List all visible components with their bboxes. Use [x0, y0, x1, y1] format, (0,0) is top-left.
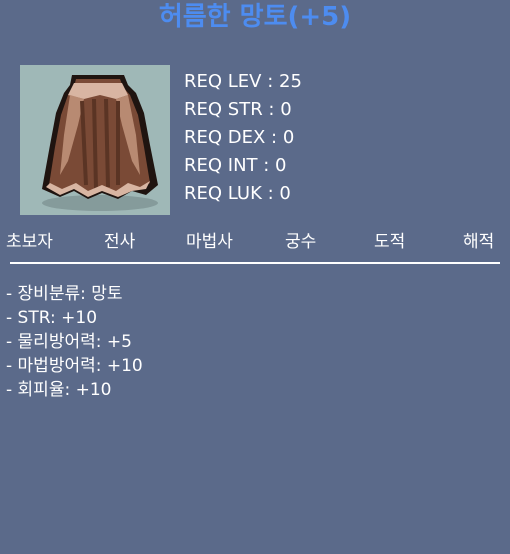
detail-magic-defense: - 마법방어력: +10: [6, 356, 143, 376]
requirements-list: REQ LEV : 25 REQ STR : 0 REQ DEX : 0 REQ…: [184, 68, 302, 208]
divider: [10, 262, 500, 264]
job-archer: 궁수: [285, 232, 317, 252]
job-thief: 도적: [374, 232, 406, 252]
detail-avoidability: - 회피율: +10: [6, 380, 112, 400]
detail-str: - STR: +10: [6, 308, 98, 328]
job-list: 초보자 전사 마법사 궁수 도적 해적: [0, 228, 510, 260]
req-level: REQ LEV : 25: [184, 71, 302, 92]
item-title: 허름한 망토(+5): [158, 2, 352, 32]
detail-category: - 장비분류: 망토: [6, 284, 123, 304]
req-str: REQ STR : 0: [184, 99, 292, 120]
item-image-box: [20, 65, 170, 215]
req-int: REQ INT : 0: [184, 155, 287, 176]
req-dex: REQ DEX : 0: [184, 127, 295, 148]
detail-physical-defense: - 물리방어력: +5: [6, 332, 132, 352]
cape-icon: [42, 75, 158, 211]
job-magician: 마법사: [186, 232, 233, 252]
job-beginner: 초보자: [6, 232, 53, 252]
req-luk: REQ LUK : 0: [184, 183, 291, 204]
job-pirate: 해적: [463, 232, 495, 252]
job-warrior: 전사: [104, 232, 136, 252]
item-details: - 장비분류: 망토 - STR: +10 - 물리방어력: +5 - 마법방어…: [6, 282, 143, 402]
